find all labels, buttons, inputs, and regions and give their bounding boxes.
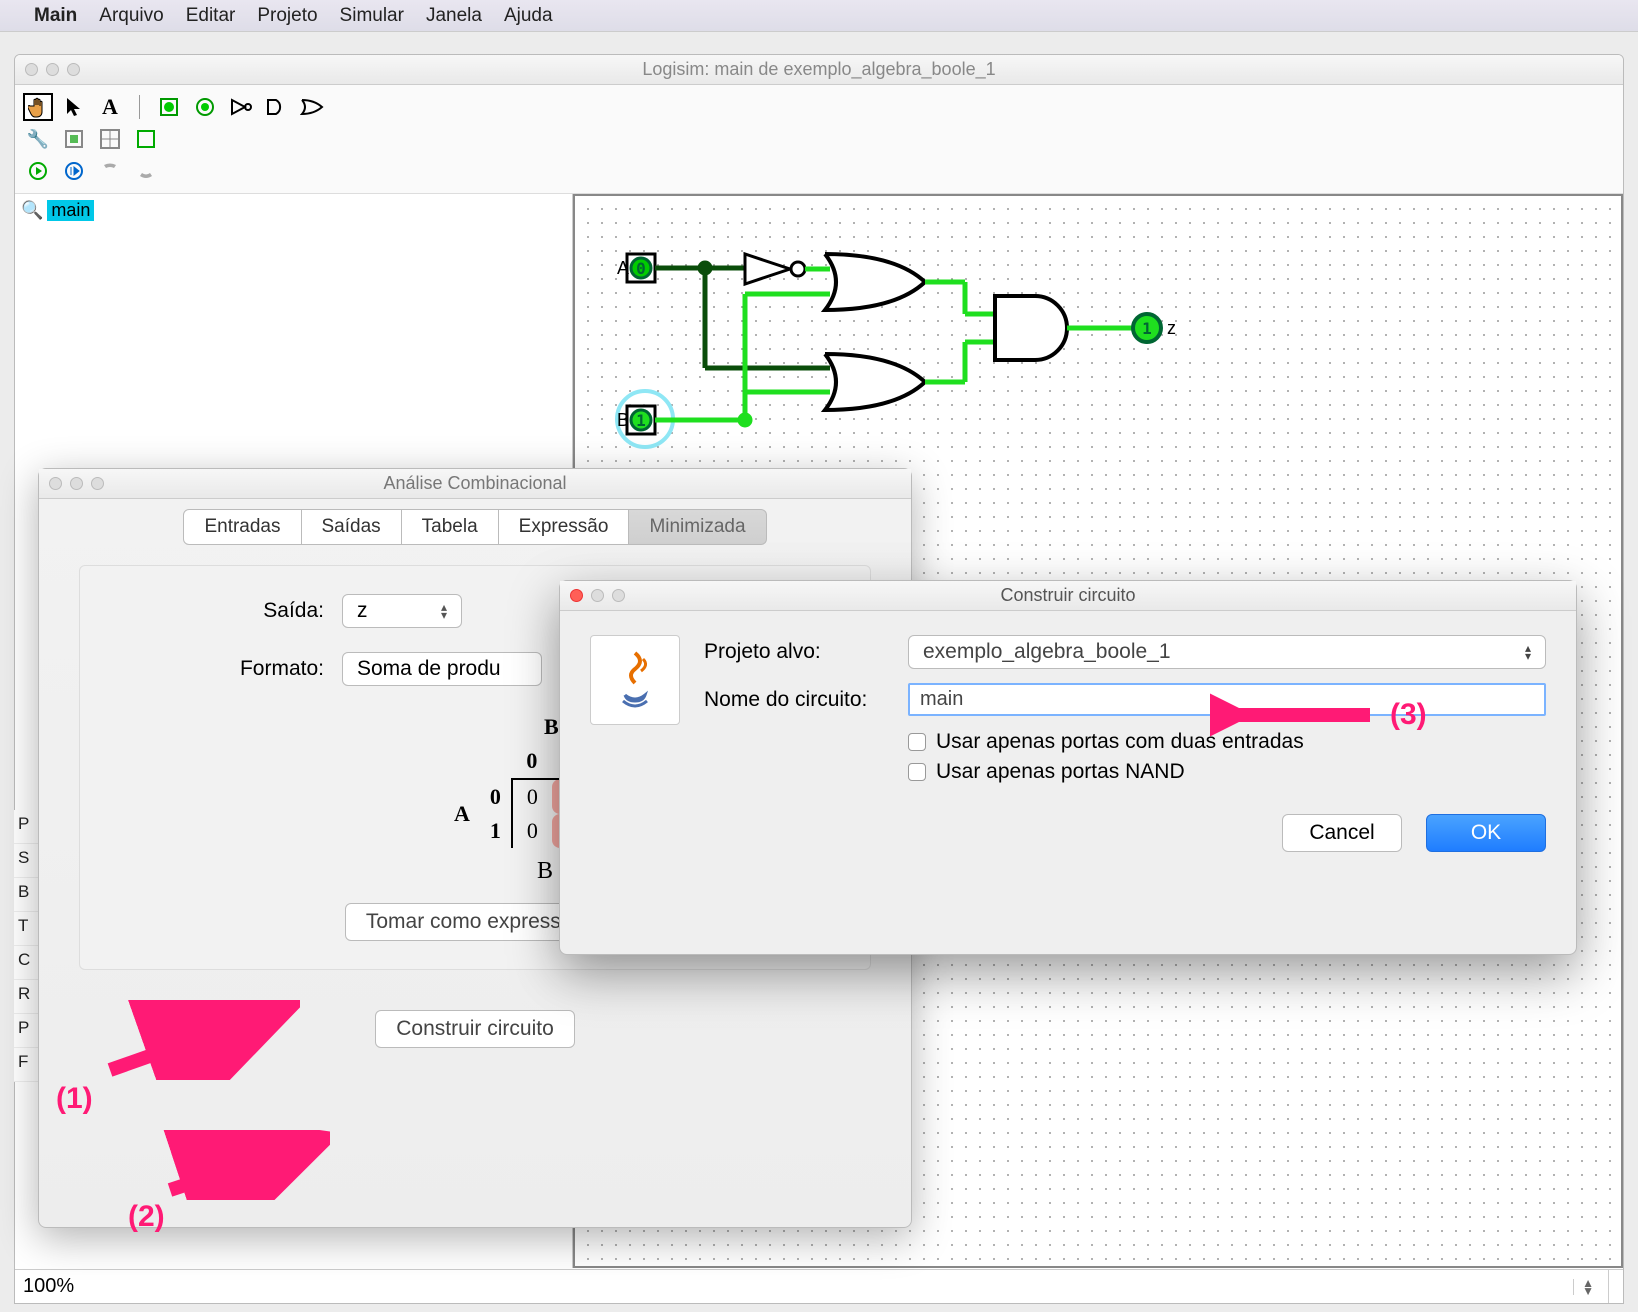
zoom-icon[interactable] [91, 477, 104, 490]
nand-only-label: Usar apenas portas NAND [936, 760, 1185, 784]
analysis-titlebar: Análise Combinacional [39, 469, 911, 499]
project-select[interactable]: exemplo_algebra_boole_1 ▴▾ [908, 635, 1546, 669]
output-label: Saída: [204, 599, 324, 623]
main-titlebar: Logisim: main de exemplo_algebra_boole_1 [15, 55, 1623, 85]
minimize-icon[interactable] [70, 477, 83, 490]
project-select-value: exemplo_algebra_boole_1 [923, 640, 1171, 664]
analysis-window-title: Análise Combinacional [383, 473, 566, 494]
nand-only-checkbox[interactable] [908, 763, 926, 781]
prop-row: S [14, 844, 38, 878]
toolbar: A 🔧 [15, 85, 1623, 194]
svg-text:0: 0 [636, 259, 646, 278]
wrench-icon[interactable]: 🔧 [23, 125, 53, 153]
hand-tool[interactable] [23, 93, 53, 121]
menu-simular[interactable]: Simular [340, 5, 404, 27]
prop-row: B [14, 878, 38, 912]
or-gate-tool[interactable] [298, 93, 328, 121]
menu-janela[interactable]: Janela [426, 5, 482, 27]
minimize-icon[interactable] [591, 589, 604, 602]
menu-ajuda[interactable]: Ajuda [504, 5, 553, 27]
menu-editar[interactable]: Editar [186, 5, 236, 27]
analysis-window-controls[interactable] [49, 477, 104, 490]
circuit-name-input[interactable] [908, 683, 1546, 716]
two-input-gates-label: Usar apenas portas com duas entradas [936, 730, 1304, 754]
tree-item-label: main [47, 200, 94, 221]
prop-row: P [14, 1014, 38, 1048]
tab-entradas[interactable]: Entradas [183, 509, 301, 545]
menu-projeto[interactable]: Projeto [257, 5, 317, 27]
zoom-icon[interactable] [67, 63, 80, 76]
output-select[interactable]: z ▴▾ [342, 594, 462, 628]
close-icon[interactable] [25, 63, 38, 76]
build-dialog-title: Construir circuito [1000, 585, 1135, 606]
pin-input-tool[interactable] [154, 93, 184, 121]
cancel-button[interactable]: Cancel [1282, 814, 1402, 852]
prop-row: P [14, 810, 38, 844]
build-circuit-button[interactable]: Construir circuito [375, 1010, 575, 1048]
prop-row: R [14, 980, 38, 1014]
magnifier-icon: 🔍 [21, 200, 43, 221]
not-gate-tool[interactable] [226, 93, 256, 121]
dialog-window-controls[interactable] [570, 589, 625, 602]
prop-row: F [14, 1048, 38, 1082]
property-list-sliver: P S B T C R P F [14, 810, 38, 1082]
mac-menubar: Main Arquivo Editar Projeto Simular Jane… [0, 0, 1638, 32]
pin-output-tool[interactable] [190, 93, 220, 121]
circuit-name-label: Nome do circuito: [704, 688, 894, 712]
box1-icon[interactable] [59, 125, 89, 153]
zoom-stepper[interactable]: ▲▼ [1573, 1279, 1602, 1295]
prop-row: T [14, 912, 38, 946]
circuit-diagram: 0 A 1 B [595, 214, 1355, 494]
sim-reset-icon[interactable] [95, 157, 125, 185]
box2-icon[interactable] [95, 125, 125, 153]
format-select[interactable]: Soma de produ [342, 652, 542, 686]
window-controls[interactable] [25, 63, 80, 76]
zoom-icon[interactable] [612, 589, 625, 602]
minimize-icon[interactable] [46, 63, 59, 76]
sim-step-icon[interactable] [59, 157, 89, 185]
menu-main[interactable]: Main [34, 5, 77, 27]
build-dialog-titlebar: Construir circuito [560, 581, 1576, 611]
svg-text:1: 1 [636, 411, 646, 430]
output-select-value: z [357, 599, 368, 623]
format-label: Formato: [204, 657, 324, 681]
java-icon [590, 635, 680, 725]
project-label: Projeto alvo: [704, 640, 894, 664]
status-bar: 100% ▲▼ [15, 1269, 1623, 1303]
svg-text:1: 1 [1142, 319, 1152, 338]
tab-minimizada[interactable]: Minimizada [629, 509, 766, 545]
main-window-title: Logisim: main de exemplo_algebra_boole_1 [642, 59, 995, 80]
zoom-level: 100% [23, 1275, 74, 1298]
svg-text:z: z [1167, 318, 1176, 338]
sim-play-icon[interactable] [23, 157, 53, 185]
pointer-tool[interactable] [59, 93, 89, 121]
close-icon[interactable] [570, 589, 583, 602]
toolbar-separator [139, 95, 140, 119]
svg-text:A: A [617, 258, 629, 278]
box3-icon[interactable] [131, 125, 161, 153]
two-input-gates-checkbox[interactable] [908, 733, 926, 751]
close-icon[interactable] [49, 477, 62, 490]
analysis-tabs: Entradas Saídas Tabela Expressão Minimiz… [39, 509, 911, 545]
svg-text:B: B [617, 410, 629, 430]
prop-row: C [14, 946, 38, 980]
text-tool[interactable]: A [95, 93, 125, 121]
chevron-updown-icon: ▴▾ [1525, 644, 1531, 660]
tree-item-main[interactable]: 🔍 main [21, 200, 566, 221]
tab-tabela[interactable]: Tabela [402, 509, 499, 545]
build-circuit-dialog: Construir circuito Projeto alvo: exemplo… [559, 580, 1577, 955]
and-gate-tool[interactable] [262, 93, 292, 121]
tab-expressao[interactable]: Expressão [499, 509, 630, 545]
ok-button[interactable]: OK [1426, 814, 1546, 852]
chevron-updown-icon: ▴▾ [441, 603, 447, 619]
sim-tick-icon[interactable] [131, 157, 161, 185]
menu-arquivo[interactable]: Arquivo [99, 5, 163, 27]
tab-saidas[interactable]: Saídas [302, 509, 402, 545]
format-select-value: Soma de produ [357, 657, 501, 681]
